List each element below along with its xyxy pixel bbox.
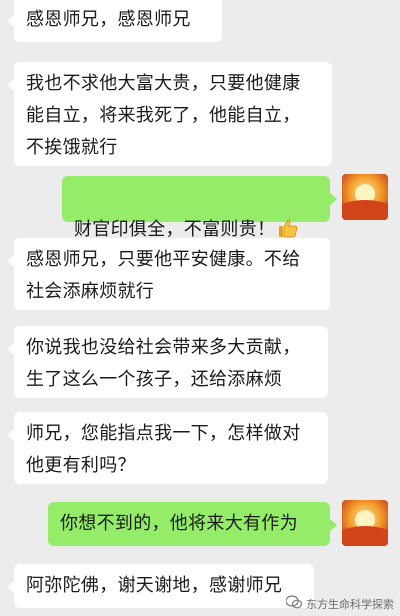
thumbs-up-icon	[277, 217, 299, 239]
incoming-message[interactable]: 阿弥陀佛，谢天谢地，感谢师兄	[7, 564, 314, 608]
watermark: 东方生命科学探索	[285, 595, 394, 612]
incoming-message[interactable]: 我也不求他大富大贵，只要他健康 能自立，将来我死了，他能自立， 不挨饿就行	[7, 62, 332, 166]
outgoing-message[interactable]: 财官印俱全，不富则贵！	[62, 176, 337, 240]
outgoing-message[interactable]: 你想不到的，他将来大有作为	[48, 502, 337, 546]
incoming-message[interactable]: 师兄，您能指点我一下，怎样做对 他更有利吗？	[7, 412, 328, 484]
user-avatar[interactable]	[342, 174, 388, 220]
wechat-icon	[285, 595, 303, 612]
outgoing-message-text: 财官印俱全，不富则贵！	[74, 219, 276, 240]
watermark-text: 东方生命科学探索	[306, 597, 394, 611]
user-avatar[interactable]	[342, 500, 388, 546]
incoming-message[interactable]: 你说我也没给社会带来多大贡献， 生了这么一个孩子，还给添麻烦	[7, 326, 328, 398]
chat-window: 感恩师兄，感恩师兄 我也不求他大富大贵，只要他健康 能自立，将来我死了，他能自立…	[0, 0, 400, 616]
incoming-message[interactable]: 感恩师兄，只要他平安健康。不给 社会添麻烦就行	[7, 238, 330, 310]
incoming-message[interactable]: 感恩师兄，感恩师兄	[7, 0, 222, 42]
